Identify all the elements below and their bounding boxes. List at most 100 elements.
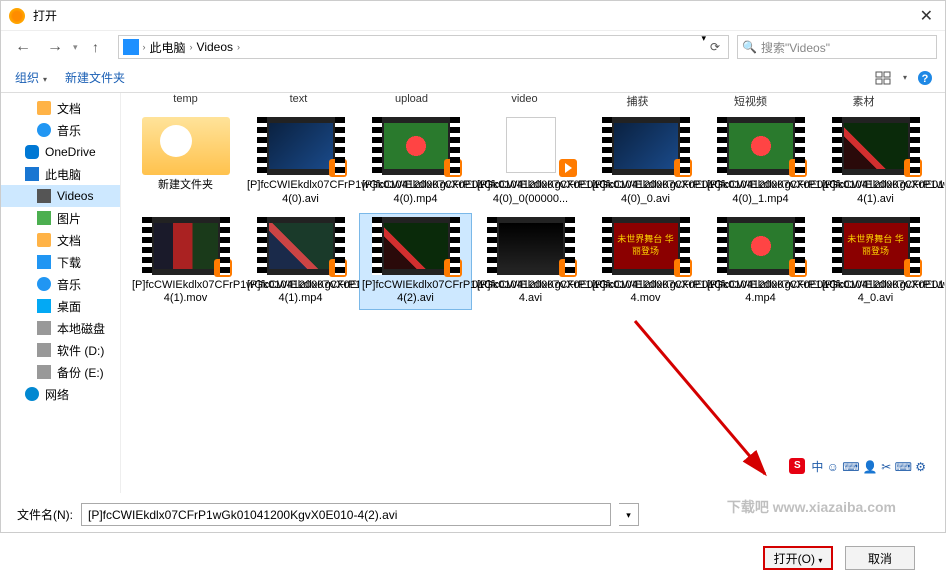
video-thumb: [487, 117, 575, 175]
net-icon: [25, 387, 39, 401]
video-thumb: [487, 217, 575, 275]
sidebar-item-网络[interactable]: 网络: [1, 383, 120, 405]
file-item[interactable]: 未世界舞台 华丽登场[P]fcCWIEkdlx07CFrP1wGk0104120…: [819, 213, 932, 311]
file-item[interactable]: [P]fcCWIEkdlx07CFrP1wGk01041200KgvX0E010…: [589, 113, 702, 211]
file-item[interactable]: [P]fcCWIEkdlx07CFrP1wGk01041200KgvX0E010…: [704, 113, 817, 211]
file-name: [P]fcCWIEkdlx07CFrP1wGk01041200KgvX0E010…: [707, 179, 814, 207]
svg-text:?: ?: [922, 73, 929, 85]
up-button[interactable]: ↑: [82, 33, 110, 61]
desk-icon: [37, 299, 51, 313]
search-icon: 🔍: [742, 40, 757, 54]
file-name: [P]fcCWIEkdlx07CFrP1wGk01041200KgvX0E010…: [707, 279, 814, 307]
folder-label: temp: [129, 93, 242, 113]
filename-dropdown[interactable]: ▾: [619, 503, 639, 526]
sidebar-item-label: 文档: [57, 100, 81, 117]
play-overlay-icon: [559, 259, 577, 277]
filename-input[interactable]: [81, 503, 611, 526]
play-overlay-icon: [674, 259, 692, 277]
disk-icon: [37, 365, 51, 379]
toolbar: 组织▾ 新建文件夹 ▾ ?: [1, 63, 945, 93]
file-item[interactable]: [P]fcCWIEkdlx07CFrP1wGk01041200KgvX0E010…: [129, 213, 242, 311]
sidebar-item-此电脑[interactable]: 此电脑: [1, 163, 120, 185]
play-overlay-icon: [214, 259, 232, 277]
sidebar-item-label: 此电脑: [45, 166, 81, 183]
file-item[interactable]: [P]fcCWIEkdlx07CFrP1wGk01041200KgvX0E010…: [474, 113, 587, 211]
folder-icon: [37, 101, 51, 115]
pc-icon: [25, 167, 39, 181]
ime-toolbar[interactable]: S 中 ☺ ⌨ 👤 ✂ ⌨ ⚙: [789, 458, 926, 475]
file-item[interactable]: [P]fcCWIEkdlx07CFrP1wGk01041200KgvX0E010…: [359, 213, 472, 311]
folder-label: 素材: [807, 93, 920, 113]
play-overlay-icon: [904, 159, 922, 177]
cloud-icon: [25, 145, 39, 159]
sidebar-item-下载[interactable]: 下载: [1, 251, 120, 273]
close-icon[interactable]: ✕: [916, 6, 937, 26]
sidebar-item-音乐[interactable]: 音乐: [1, 273, 120, 295]
sidebar-item-OneDrive[interactable]: OneDrive: [1, 141, 120, 163]
file-item[interactable]: [P]fcCWIEkdlx07CFrP1wGk01041200KgvX0E010…: [359, 113, 472, 211]
video-thumb: [717, 117, 805, 175]
sidebar-item-label: 下载: [57, 254, 81, 271]
down-icon: [37, 255, 51, 269]
file-name: [P]fcCWIEkdlx07CFrP1wGk01041200KgvX0E010…: [132, 279, 239, 307]
file-item[interactable]: [P]fcCWIEkdlx07CFrP1wGk01041200KgvX0E010…: [704, 213, 817, 311]
file-item[interactable]: [P]fcCWIEkdlx07CFrP1wGk01041200KgvX0E010…: [244, 213, 357, 311]
file-item[interactable]: [P]fcCWIEkdlx07CFrP1wGk01041200KgvX0E010…: [819, 113, 932, 211]
play-overlay-icon: [904, 259, 922, 277]
video-thumb: [372, 117, 460, 175]
file-item[interactable]: 新建文件夹: [129, 113, 242, 211]
disk-icon: [37, 343, 51, 357]
history-dropdown[interactable]: ▾: [73, 42, 78, 53]
chevron-right-icon: ›: [143, 42, 146, 52]
sidebar-item-桌面[interactable]: 桌面: [1, 295, 120, 317]
video-thumb: [372, 217, 460, 275]
folder-label: video: [468, 93, 581, 113]
address-bar[interactable]: › 此电脑 › Videos › ▾ ⟳: [118, 35, 729, 59]
back-button[interactable]: ←: [9, 33, 37, 61]
sidebar-item-label: 备份 (E:): [57, 364, 104, 381]
search-placeholder: 搜索"Videos": [761, 39, 830, 56]
file-item[interactable]: [P]fcCWIEkdlx07CFrP1wGk01041200KgvX0E010…: [474, 213, 587, 311]
forward-button[interactable]: →: [41, 33, 69, 61]
file-name: [P]fcCWIEkdlx07CFrP1wGk01041200KgvX0E010…: [822, 179, 929, 207]
breadcrumb-root[interactable]: 此电脑: [150, 39, 186, 56]
sidebar-item-音乐[interactable]: 音乐: [1, 119, 120, 141]
sidebar-item-label: OneDrive: [45, 145, 96, 159]
cancel-button[interactable]: 取消: [845, 546, 915, 570]
watermark: 下载吧 www.xiazaiba.com: [727, 497, 896, 517]
refresh-button[interactable]: ⟳: [706, 33, 724, 61]
folder-icon: [37, 233, 51, 247]
open-button[interactable]: 打开(O) ▾: [763, 546, 833, 570]
ime-icons[interactable]: 中 ☺ ⌨ 👤 ✂ ⌨ ⚙: [811, 458, 926, 475]
play-overlay-icon: [444, 159, 462, 177]
sogou-logo-icon: S: [789, 458, 805, 474]
folder-thumb: [142, 117, 230, 175]
sidebar-item-label: 文档: [57, 232, 81, 249]
video-thumb: [257, 117, 345, 175]
play-overlay-icon: [559, 159, 577, 177]
help-icon[interactable]: ?: [917, 70, 933, 86]
sidebar-item-文档[interactable]: 文档: [1, 97, 120, 119]
video-thumb: 未世界舞台 华丽登场: [602, 217, 690, 275]
view-dropdown[interactable]: ▾: [903, 73, 907, 82]
play-overlay-icon: [444, 259, 462, 277]
view-icon[interactable]: [875, 71, 893, 85]
file-item[interactable]: [P]fcCWIEkdlx07CFrP1wGk01041200KgvX0E010…: [244, 113, 357, 211]
file-name: [P]fcCWIEkdlx07CFrP1wGk01041200KgvX0E010…: [477, 179, 584, 207]
sidebar: 文档音乐OneDrive此电脑Videos图片文档下载音乐桌面本地磁盘软件 (D…: [1, 93, 121, 493]
folder-label: 短视频: [694, 93, 807, 113]
sidebar-item-图片[interactable]: 图片: [1, 207, 120, 229]
breadcrumb-folder[interactable]: Videos: [197, 40, 233, 54]
file-item[interactable]: 未世界舞台 华丽登场 [P]fcCWIEkdlx07CFrP1wGk0104120…: [589, 213, 702, 311]
sidebar-item-软件 (D:)[interactable]: 软件 (D:): [1, 339, 120, 361]
sidebar-item-备份 (E:)[interactable]: 备份 (E:): [1, 361, 120, 383]
sidebar-item-label: 软件 (D:): [57, 342, 104, 359]
sidebar-item-文档[interactable]: 文档: [1, 229, 120, 251]
file-name: [P]fcCWIEkdlx07CFrP1wGk01041200KgvX0E010…: [592, 279, 699, 307]
sidebar-item-Videos[interactable]: Videos: [1, 185, 120, 207]
music-icon: [37, 277, 51, 291]
organize-button[interactable]: 组织▾: [15, 69, 47, 86]
newfolder-button[interactable]: 新建文件夹: [65, 69, 125, 86]
search-input[interactable]: 🔍 搜索"Videos": [737, 35, 937, 59]
sidebar-item-本地磁盘[interactable]: 本地磁盘: [1, 317, 120, 339]
